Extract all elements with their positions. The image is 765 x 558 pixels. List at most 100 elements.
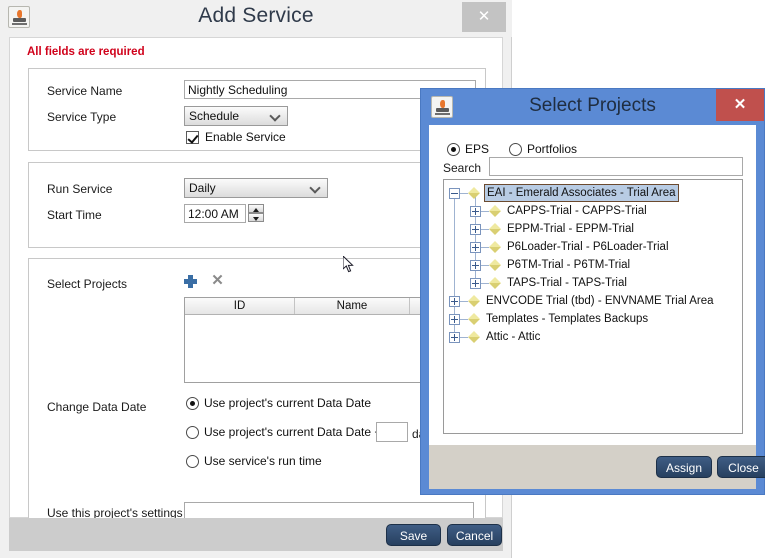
run-service-label: Run Service <box>47 182 113 196</box>
tree-item-label: CAPPS-Trial - CAPPS-Trial <box>507 205 647 217</box>
tree-connector <box>481 283 489 284</box>
service-name-label: Service Name <box>47 84 123 98</box>
tree-item-label: TAPS-Trial - TAPS-Trial <box>507 277 627 289</box>
tree-item-eai[interactable]: EAI - Emerald Associates - Trial Area <box>444 184 742 202</box>
spinner-down-icon[interactable] <box>248 213 264 222</box>
start-time-label: Start Time <box>47 208 102 222</box>
select-projects-close-icon[interactable]: ✕ <box>716 89 764 121</box>
eps-node-icon <box>468 295 481 307</box>
eps-node-icon <box>489 277 502 289</box>
tree-item-label: Templates - Templates Backups <box>486 313 649 325</box>
radio-button <box>186 426 199 439</box>
eps-node-icon <box>468 187 481 199</box>
eps-node-icon <box>489 223 502 235</box>
select-projects-titlebar: Select Projects ✕ <box>421 89 764 125</box>
tree-connector <box>481 229 489 230</box>
select-projects-footer: Assign Close <box>429 445 765 489</box>
add-service-close-icon[interactable]: ✕ <box>462 2 506 32</box>
tree-item-label: ENVCODE Trial (tbd) - ENVNAME Trial Area <box>486 295 714 307</box>
column-header-name[interactable]: Name <box>295 298 410 314</box>
tree-expand-icon[interactable] <box>449 314 460 325</box>
eps-node-icon <box>489 205 502 217</box>
tree-item-eppm-trial[interactable]: EPPM-Trial - EPPM-Trial <box>444 220 742 238</box>
chevron-down-icon <box>271 111 280 120</box>
select-projects-dialog: Select Projects ✕ EPS Portfolios Search <box>420 88 765 495</box>
save-button[interactable]: Save <box>386 524 441 546</box>
tree-connector <box>460 337 468 338</box>
enable-service-label: Enable Service <box>205 130 286 144</box>
spinner-up-icon[interactable] <box>248 204 264 213</box>
tree-item-label: P6TM-Trial - P6TM-Trial <box>507 259 631 271</box>
required-fields-note: All fields are required <box>27 46 145 58</box>
radio-label: EPS <box>465 142 490 156</box>
schedule-group: Run Service Daily Start Time <box>28 162 486 248</box>
column-header-id[interactable]: ID <box>185 298 295 314</box>
eps-node-icon <box>489 241 502 253</box>
tree-item-templates[interactable]: Templates - Templates Backups <box>444 310 742 328</box>
checkbox-box <box>186 131 199 144</box>
tree-item-p6tm-trial[interactable]: P6TM-Trial - P6TM-Trial <box>444 256 742 274</box>
project-tree[interactable]: EAI - Emerald Associates - Trial Area CA… <box>443 179 743 434</box>
select-projects-label: Select Projects <box>47 277 128 291</box>
close-button[interactable]: Close <box>717 456 765 478</box>
tree-connector <box>481 265 489 266</box>
run-service-select[interactable]: Daily <box>184 178 328 198</box>
tree-expand-icon[interactable] <box>449 332 460 343</box>
eps-node-icon <box>489 259 502 271</box>
tree-item-label: Attic - Attic <box>486 331 541 343</box>
cancel-button[interactable]: Cancel <box>447 524 502 546</box>
add-service-title: Add Service <box>198 4 314 27</box>
radio-button <box>509 143 522 156</box>
add-service-titlebar: Add Service ✕ <box>0 0 512 37</box>
tree-expand-icon[interactable] <box>470 278 481 289</box>
add-service-footer: Save Cancel <box>9 518 503 551</box>
assign-button[interactable]: Assign <box>656 456 712 478</box>
remove-project-icon[interactable]: ✕ <box>211 273 224 288</box>
tree-item-label: EPPM-Trial - EPPM-Trial <box>507 223 634 235</box>
tree-item-taps-trial[interactable]: TAPS-Trial - TAPS-Trial <box>444 274 742 292</box>
start-time-input[interactable] <box>184 204 246 223</box>
radio-button <box>186 455 199 468</box>
service-type-value: Schedule <box>189 109 240 123</box>
tree-item-envcode-trial[interactable]: ENVCODE Trial (tbd) - ENVNAME Trial Area <box>444 292 742 310</box>
eps-node-icon <box>468 331 481 343</box>
tree-item-label: EAI - Emerald Associates - Trial Area <box>484 184 679 202</box>
radio-label: Use service's run time <box>204 454 322 468</box>
tree-collapse-icon[interactable] <box>449 188 460 199</box>
select-projects-body: EPS Portfolios Search EAI - Emerald Asso… <box>429 125 756 445</box>
tree-expand-icon[interactable] <box>470 260 481 271</box>
tree-connector <box>460 193 468 194</box>
tree-expand-icon[interactable] <box>470 206 481 217</box>
select-projects-title: Select Projects <box>529 95 656 116</box>
chevron-down-icon <box>311 183 320 192</box>
days-input[interactable] <box>376 422 408 442</box>
screen: Add Service ✕ All fields are required Se… <box>0 0 765 558</box>
service-details-group: Service Name Service Type Schedule Enabl… <box>28 68 486 151</box>
tree-connector <box>460 301 468 302</box>
radio-button <box>186 397 199 410</box>
search-input[interactable] <box>489 157 743 176</box>
tree-connector <box>481 211 489 212</box>
radio-label: Use project's current Data Date <box>204 396 372 410</box>
tree-item-p6loader-trial[interactable]: P6Loader-Trial - P6Loader-Trial <box>444 238 742 256</box>
radio-label: Portfolios <box>527 142 578 156</box>
change-data-date-label: Change Data Date <box>47 400 147 414</box>
service-type-select[interactable]: Schedule <box>184 106 288 126</box>
tree-connector <box>481 247 489 248</box>
tree-item-attic[interactable]: Attic - Attic <box>444 328 742 346</box>
tree-item-capps-trial[interactable]: CAPPS-Trial - CAPPS-Trial <box>444 202 742 220</box>
tree-expand-icon[interactable] <box>470 242 481 253</box>
radio-button <box>447 143 460 156</box>
tree-item-label: P6Loader-Trial - P6Loader-Trial <box>507 241 669 253</box>
search-label: Search <box>443 161 482 175</box>
eps-node-icon <box>468 313 481 325</box>
service-type-label: Service Type <box>47 110 117 124</box>
run-service-value: Daily <box>189 181 216 195</box>
radio-label: Use project's current Data Date + <box>204 425 382 439</box>
tree-connector <box>460 319 468 320</box>
tree-expand-icon[interactable] <box>449 296 460 307</box>
projects-group: Select Projects ✕ ID Name Current Change… <box>28 258 486 538</box>
start-time-spinner-buttons[interactable] <box>248 204 264 223</box>
add-project-icon[interactable] <box>184 275 197 288</box>
tree-expand-icon[interactable] <box>470 224 481 235</box>
